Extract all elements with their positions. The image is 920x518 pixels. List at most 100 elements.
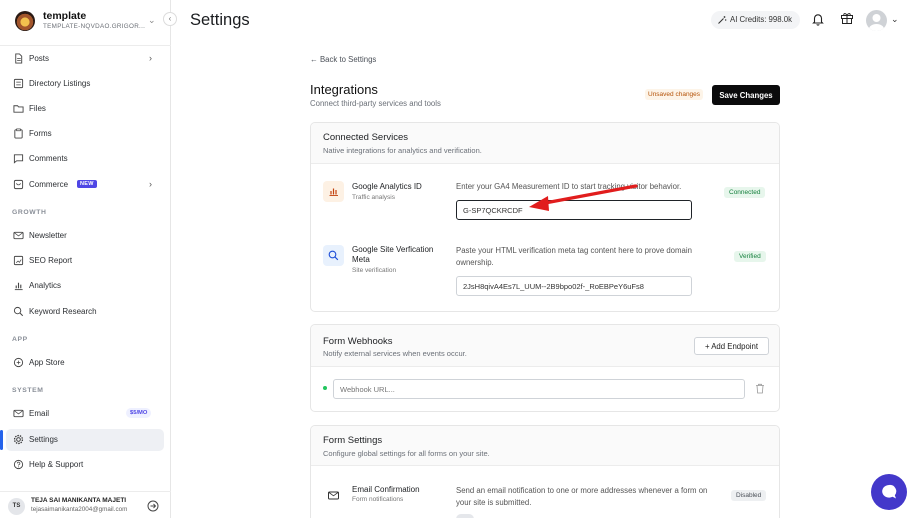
card-title: Connected Services [323, 132, 409, 143]
trash-icon[interactable] [755, 383, 765, 394]
sidebar-item-help-support[interactable]: Help & Support [6, 454, 164, 476]
chat-icon [13, 154, 24, 164]
card-description: Notify external services when events occ… [323, 349, 467, 358]
clipboard-icon [14, 128, 23, 139]
webhook-url-input[interactable] [333, 379, 745, 399]
site-verification-meta-input[interactable] [456, 276, 692, 296]
section-title: Integrations [310, 82, 378, 97]
sidebar-item-label: Comments [29, 154, 68, 163]
sidebar-divider [0, 45, 171, 46]
section-label-app: APP [12, 336, 28, 343]
chevron-right-icon: › [149, 179, 152, 189]
workspace-logo [15, 11, 35, 31]
card-description: Configure global settings for all forms … [323, 449, 490, 458]
mail-icon [13, 231, 24, 240]
sidebar-item-posts[interactable]: Posts › [6, 48, 164, 70]
sidebar-item-forms[interactable]: Forms [6, 123, 164, 145]
service-help-text: Enter your GA4 Measurement ID to start t… [456, 182, 682, 191]
search-icon [328, 250, 339, 261]
status-badge: Disabled [731, 490, 767, 501]
connected-services-card: Connected Services Native integrations f… [310, 122, 780, 312]
status-badge: Connected [724, 187, 766, 198]
status-badge: Verified [734, 251, 766, 262]
sidebar-collapse-button[interactable]: ‹ [163, 12, 177, 26]
card-header: Connected Services Native integrations f… [311, 123, 779, 164]
sidebar-item-analytics[interactable]: Analytics [6, 275, 164, 297]
sidebar-item-seo-report[interactable]: SEO Report [6, 250, 164, 272]
new-badge: NEW [77, 180, 97, 188]
page-title: Settings [190, 11, 250, 29]
back-to-settings-link[interactable]: ← Back to Settings [310, 55, 376, 64]
sidebar-item-commerce[interactable]: Commerce NEW › [6, 174, 164, 196]
form-webhooks-card: Form Webhooks Notify external services w… [310, 324, 780, 412]
add-endpoint-button[interactable]: + Add Endpoint [694, 337, 769, 355]
list-icon [13, 78, 24, 89]
section-label-growth: GROWTH [12, 209, 47, 216]
sidebar-item-label: Forms [29, 129, 52, 138]
sidebar-item-label: Keyword Research [29, 307, 97, 316]
profile-avatar[interactable] [866, 10, 887, 31]
sidebar-item-directory-listings[interactable]: Directory Listings [6, 73, 164, 95]
workspace-switcher[interactable]: template TEMPLATE-NQVDAO.GRIGOR... ⌄ [15, 8, 160, 34]
sidebar-item-label: Newsletter [29, 231, 67, 240]
chevron-down-icon[interactable]: ⌄ [891, 14, 899, 25]
user-email: tejasaimanikanta2004@gmail.com [31, 506, 128, 513]
ga-measurement-id-input[interactable] [456, 200, 692, 220]
gift-icon[interactable] [840, 11, 854, 25]
service-help-text: Paste your HTML verification meta tag co… [456, 246, 692, 267]
sidebar-item-email[interactable]: Email $5/MO [6, 403, 164, 425]
card-header: Form Settings Configure global settings … [311, 426, 779, 466]
sidebar-item-label: Files [29, 104, 46, 113]
sidebar: template TEMPLATE-NQVDAO.GRIGOR... ⌄ Pos… [0, 0, 171, 518]
service-name: Google Site Verfication Meta [352, 245, 434, 264]
magic-wand-icon [718, 16, 727, 24]
bell-icon[interactable] [811, 12, 825, 26]
setting-name: Email Confirmation [352, 485, 420, 494]
ai-credits-badge[interactable]: AI Credits: 998.0k [711, 11, 800, 29]
folder-icon [13, 105, 24, 113]
sidebar-item-settings[interactable]: Settings [0, 429, 164, 451]
user-icon [869, 14, 884, 31]
cart-icon [13, 179, 24, 190]
bar-chart-icon [14, 282, 23, 291]
bar-chart-icon [329, 188, 338, 196]
save-changes-button[interactable]: Save Changes [712, 85, 780, 105]
sidebar-item-label: Directory Listings [29, 79, 91, 88]
service-name: Google Analytics ID [352, 182, 422, 191]
chevron-down-icon: ⌄ [148, 15, 156, 25]
workspace-subdomain: TEMPLATE-NQVDAO.GRIGOR... [43, 23, 146, 30]
mail-icon [13, 409, 24, 418]
sidebar-item-comments[interactable]: Comments [6, 148, 164, 170]
chat-bubble-icon [882, 484, 897, 499]
gear-icon [13, 434, 24, 445]
sidebar-item-files[interactable]: Files [6, 98, 164, 120]
avatar: TS [8, 498, 25, 515]
sidebar-item-label: Email [29, 409, 50, 418]
search-icon [13, 306, 24, 317]
sidebar-item-label: Analytics [29, 281, 62, 290]
card-header: Form Webhooks Notify external services w… [311, 325, 779, 367]
sidebar-item-label: SEO Report [29, 256, 73, 265]
logout-icon[interactable] [147, 500, 159, 512]
section-subtitle: Connect third-party services and tools [310, 99, 441, 108]
store-icon [13, 357, 24, 368]
card-title: Form Webhooks [323, 336, 393, 347]
chat-support-button[interactable] [871, 474, 907, 510]
sidebar-item-keyword-research[interactable]: Keyword Research [6, 301, 164, 323]
unsaved-changes-badge: Unsaved changes [645, 89, 704, 100]
send-notification-toggle[interactable] [456, 514, 474, 518]
chevron-right-icon: › [149, 53, 152, 63]
card-description: Native integrations for analytics and ve… [323, 146, 482, 155]
status-dot [323, 386, 327, 390]
workspace-name: template [43, 10, 87, 22]
service-subtitle: Site verification [352, 267, 397, 274]
email-confirmation-icon [323, 485, 344, 506]
document-icon [15, 53, 23, 64]
ai-credits-label: AI Credits: 998.0k [730, 15, 792, 24]
service-subtitle: Traffic analysis [352, 194, 395, 201]
sidebar-item-newsletter[interactable]: Newsletter [6, 225, 164, 247]
sidebar-item-app-store[interactable]: App Store [6, 352, 164, 374]
user-profile[interactable]: TS TEJA SAI MANIKANTA MAJETI tejasaimani… [0, 491, 171, 518]
form-settings-card: Form Settings Configure global settings … [310, 425, 780, 518]
card-title: Form Settings [323, 435, 383, 446]
